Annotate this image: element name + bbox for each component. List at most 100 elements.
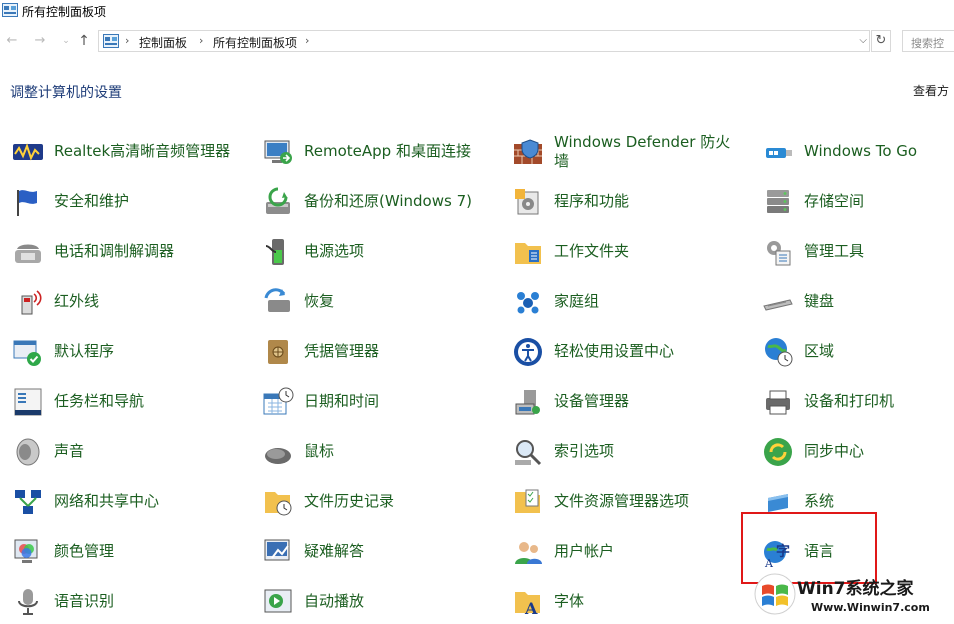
chevron-right-icon[interactable]: › (199, 34, 203, 47)
firewall-icon (514, 139, 542, 164)
cp-item-label[interactable]: 设备和打印机 (804, 392, 894, 411)
cp-item-label[interactable]: 工作文件夹 (554, 242, 629, 261)
cp-item-label[interactable]: 任务栏和导航 (54, 392, 144, 411)
folder-options-icon (515, 489, 540, 513)
cp-item-label[interactable]: Windows Defender 防火墙 (554, 133, 744, 171)
back-arrow-icon[interactable]: ← (4, 33, 20, 49)
cp-item-label[interactable]: 管理工具 (804, 242, 864, 261)
printer-icon (766, 390, 790, 415)
cp-item-label[interactable]: 键盘 (804, 292, 834, 311)
watermark-url: Www.Winwin7.com (811, 601, 930, 614)
recent-locations-chevron-icon[interactable]: ⌄ (58, 33, 74, 49)
refresh-icon: ↻ (875, 33, 887, 48)
search-input[interactable]: 搜索控 (902, 30, 954, 52)
windows-logo-icon (754, 573, 796, 615)
keyboard-icon (763, 299, 793, 311)
globe-clock-icon (765, 338, 793, 367)
audio-manager-icon (13, 143, 43, 161)
file-history-icon (265, 492, 292, 516)
cp-item-label[interactable]: 安全和维护 (54, 192, 129, 211)
up-arrow-icon[interactable]: ↑ (76, 33, 92, 49)
cp-item-label[interactable]: 日期和时间 (304, 392, 379, 411)
refresh-button[interactable]: ↻ (871, 30, 891, 52)
admin-tools-icon (767, 241, 791, 266)
network-icon (15, 490, 41, 514)
ease-of-access-icon (514, 338, 542, 366)
chevron-right-icon[interactable]: › (125, 34, 129, 47)
cp-item-label[interactable]: 自动播放 (304, 592, 364, 611)
sync-icon (764, 438, 792, 466)
mouse-icon (265, 448, 291, 464)
navigation-bar: ← → ⌄ ↑ › 控制面板 › 所有控制面板项 › ⌵ ↻ 搜索控 (0, 30, 954, 54)
recovery-icon (264, 288, 290, 312)
cp-item-label[interactable]: 字体 (554, 592, 584, 611)
view-by-label[interactable]: 查看方 (913, 82, 949, 99)
window-title: 所有控制面板项 (22, 5, 107, 19)
chevron-right-icon[interactable]: › (305, 34, 309, 47)
cp-item-label[interactable]: Windows To Go (804, 142, 917, 161)
cp-item-label[interactable]: 系统 (804, 492, 834, 511)
usb-drive-icon (766, 148, 792, 158)
cp-item-label[interactable]: 文件资源管理器选项 (554, 492, 689, 511)
cp-item-label[interactable]: 凭据管理器 (304, 342, 379, 361)
infrared-icon (21, 290, 42, 315)
storage-icon (767, 190, 789, 213)
folder-icon (515, 243, 541, 264)
fonts-folder-icon: A (515, 592, 540, 618)
breadcrumb-all-items[interactable]: 所有控制面板项 (213, 34, 297, 51)
safe-icon (268, 340, 288, 364)
magnifier-icon (515, 440, 542, 466)
cp-item-label[interactable]: 鼠标 (304, 442, 334, 461)
cp-item-label[interactable]: RemoteApp 和桌面连接 (304, 142, 471, 161)
user-accounts-icon (515, 542, 542, 564)
forward-arrow-icon[interactable]: → (32, 33, 48, 49)
color-management-icon (14, 539, 38, 563)
cp-item-label[interactable]: 恢复 (304, 292, 334, 311)
cp-item-label[interactable]: 同步中心 (804, 442, 864, 461)
speaker-icon (16, 438, 40, 466)
cp-item-label[interactable]: 用户帐户 (554, 542, 614, 561)
cp-item-label[interactable]: 家庭组 (554, 292, 599, 311)
cp-item-label[interactable]: 存储空间 (804, 192, 864, 211)
autoplay-icon (264, 589, 292, 613)
address-bar[interactable]: › 控制面板 › 所有控制面板项 › ⌵ (98, 30, 870, 52)
cp-item-label[interactable]: 默认程序 (54, 342, 114, 361)
cp-item-label[interactable]: 声音 (54, 442, 84, 461)
cp-item-label[interactable]: 索引选项 (554, 442, 614, 461)
cp-item-label[interactable]: 网络和共享中心 (54, 492, 159, 511)
cp-item-label[interactable]: 电源选项 (304, 242, 364, 261)
watermark: Win7系统之家 Www.Winwin7.com (753, 572, 953, 620)
cp-item-label[interactable]: 颜色管理 (54, 542, 114, 561)
backup-icon (266, 187, 290, 214)
control-panel-icon (2, 3, 18, 17)
flag-icon (17, 190, 37, 216)
cp-item-label[interactable]: 轻松使用设置中心 (554, 342, 674, 361)
cp-item-label[interactable]: 语音识别 (54, 592, 114, 611)
troubleshoot-icon (264, 539, 290, 561)
programs-icon (515, 189, 539, 215)
cp-item-label[interactable]: 疑难解答 (304, 542, 364, 561)
phone-icon (15, 244, 41, 263)
svg-text:A: A (524, 599, 538, 618)
cp-item-label[interactable]: 电话和调制解调器 (54, 242, 174, 261)
default-programs-icon (13, 340, 41, 366)
cp-item-label[interactable]: 备份和还原(Windows 7) (304, 192, 472, 211)
cp-item-label[interactable]: 文件历史记录 (304, 492, 394, 511)
remote-desktop-icon (264, 140, 292, 164)
battery-icon (265, 239, 284, 265)
cp-item-label[interactable]: 区域 (804, 342, 834, 361)
microphone-icon (18, 589, 38, 615)
title-bar: 所有控制面板项 (0, 0, 954, 26)
taskbar-icon (14, 388, 42, 416)
cp-item-label[interactable]: Realtek高清晰音频管理器 (54, 142, 230, 161)
device-manager-icon (515, 390, 540, 415)
watermark-title: Win7系统之家 (797, 579, 914, 599)
breadcrumb-control-panel[interactable]: 控制面板 (139, 34, 187, 51)
chevron-down-icon[interactable]: ⌵ (859, 35, 867, 46)
calendar-clock-icon (263, 387, 294, 415)
cp-item-label[interactable]: 设备管理器 (554, 392, 629, 411)
page-title: 调整计算机的设置 (10, 85, 122, 101)
homegroup-icon (517, 292, 539, 314)
cp-item-label[interactable]: 程序和功能 (554, 192, 629, 211)
cp-item-label[interactable]: 红外线 (54, 292, 99, 311)
